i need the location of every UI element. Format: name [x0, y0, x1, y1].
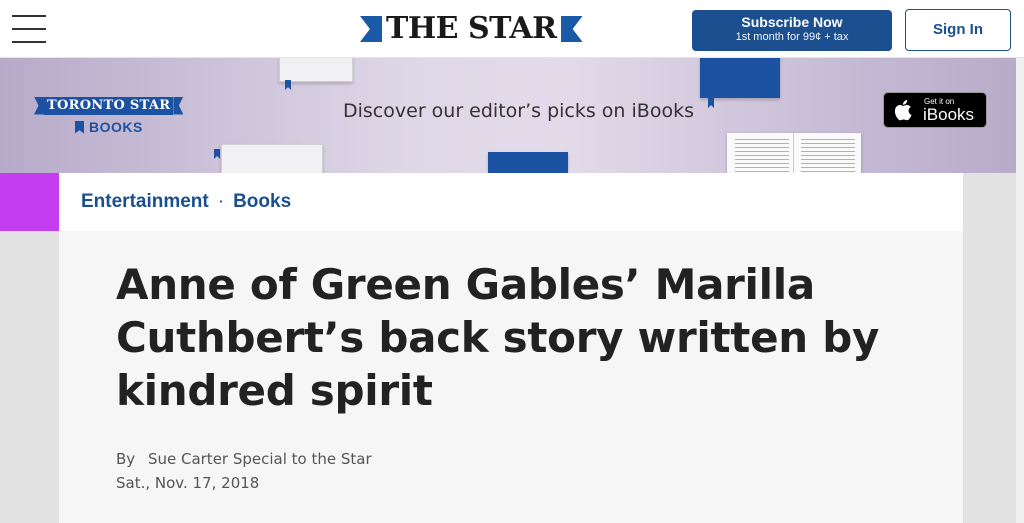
- subscribe-label: Subscribe Now: [741, 14, 843, 30]
- book-illustration: [221, 144, 323, 173]
- sign-in-button[interactable]: Sign In: [905, 9, 1011, 51]
- section-bar: Entertainment · Books: [59, 173, 963, 231]
- byline: By Sue Carter Special to the Star: [116, 450, 372, 468]
- subscribe-button[interactable]: Subscribe Now 1st month for 99¢ + tax: [692, 10, 892, 51]
- get-it-on-ibooks-badge[interactable]: Get it on iBooks: [883, 92, 987, 128]
- menu-line: [12, 28, 46, 30]
- the-star-logo[interactable]: THE STAR: [360, 9, 583, 49]
- apple-icon: [894, 100, 912, 121]
- menu-line: [12, 41, 46, 43]
- breadcrumb-separator: ·: [217, 191, 225, 212]
- bookmark-ribbon-icon: [285, 80, 291, 90]
- breadcrumb-entertainment[interactable]: Entertainment: [81, 191, 209, 212]
- logo-flag-left-icon: [360, 16, 382, 42]
- article-headline: Anne of Green Gables’ Marilla Cuthbert’s…: [116, 260, 880, 415]
- badge-big-text: iBooks: [923, 105, 975, 124]
- subscribe-offer: 1st month for 99¢ + tax: [735, 31, 849, 43]
- book-illustration: [279, 58, 353, 82]
- books-label: BOOKS: [89, 119, 143, 135]
- open-book-illustration: [727, 133, 861, 173]
- bookmark-ribbon-icon: [708, 98, 714, 108]
- byline-prefix: By: [116, 450, 136, 468]
- article-header: Anne of Green Gables’ Marilla Cuthbert’s…: [59, 231, 963, 523]
- flag-left-icon: [34, 96, 44, 115]
- section-color-tab: [0, 173, 59, 231]
- menu-line: [12, 15, 46, 17]
- bookmark-ribbon-icon: [214, 149, 220, 159]
- book-illustration: [488, 152, 568, 173]
- breadcrumb: Entertainment · Books: [81, 191, 291, 213]
- logo-flag-right-icon: [560, 16, 583, 42]
- top-bar: THE STAR Subscribe Now 1st month for 99¢…: [0, 0, 1024, 58]
- breadcrumb-books[interactable]: Books: [233, 191, 291, 212]
- hamburger-menu-icon[interactable]: [12, 15, 46, 43]
- toronto-star-wordmark: TORONTO STAR: [44, 96, 174, 115]
- ibooks-promo-banner[interactable]: TORONTO STAR BOOKS Discover our editor’s…: [0, 58, 1016, 173]
- banner-headline: Discover our editor’s picks on iBooks: [343, 100, 694, 122]
- bookmark-icon: [75, 120, 84, 134]
- toronto-star-books-logo: TORONTO STAR BOOKS: [34, 96, 196, 135]
- book-illustration: [700, 58, 780, 98]
- author-name[interactable]: Sue Carter Special to the Star: [148, 450, 372, 468]
- flag-right-icon: [173, 96, 184, 115]
- scrollbar[interactable]: [1016, 58, 1024, 523]
- publish-date: Sat., Nov. 17, 2018: [116, 474, 260, 492]
- logo-text: THE STAR: [386, 11, 557, 46]
